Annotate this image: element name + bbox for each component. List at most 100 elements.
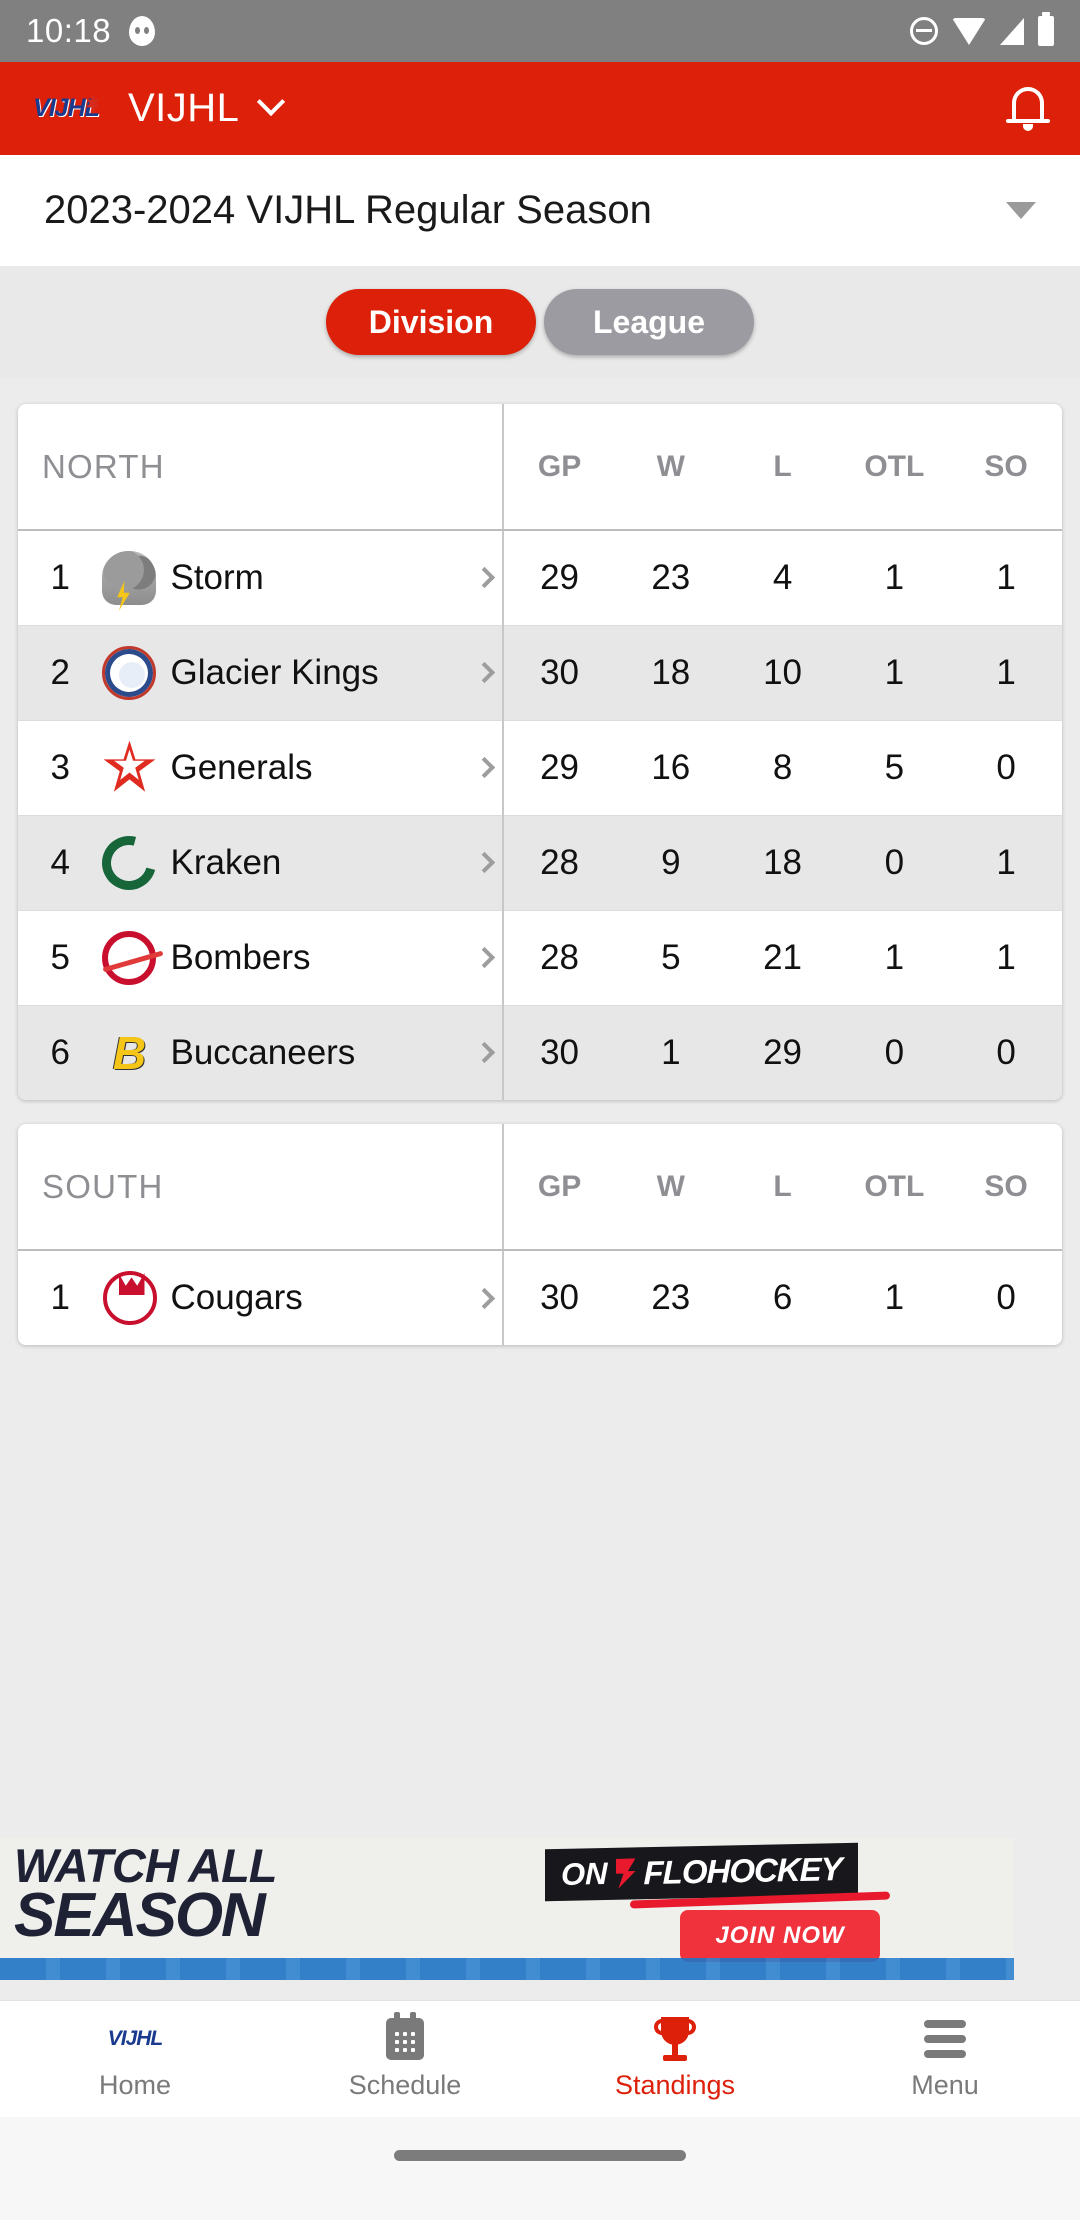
table-row[interactable]: 3 Generals 29 16 8 5 0 xyxy=(18,720,1062,816)
season-selector[interactable]: 2023-2024 VIJHL Regular Season xyxy=(0,155,1080,266)
kraken-logo xyxy=(92,825,167,900)
stat-otl: 1 xyxy=(838,1250,951,1345)
bell-clapper xyxy=(1023,123,1033,131)
team-rank: 1 xyxy=(18,1250,103,1345)
stat-gp: 29 xyxy=(502,530,615,626)
ad-rink-decoration xyxy=(0,1958,1014,1980)
table-row[interactable]: 2 Glacier Kings 30 18 10 1 1 xyxy=(18,625,1062,721)
team-cell[interactable]: Generals xyxy=(102,720,504,816)
team-name: Generals xyxy=(170,747,313,787)
stat-w: 23 xyxy=(614,530,727,626)
table-row[interactable]: 6 B Buccaneers 30 1 29 0 0 xyxy=(18,1005,1062,1100)
team-rank: 1 xyxy=(18,530,103,626)
advertisement-banner[interactable]: WATCH ALL SEASON ON FLOHOCKEY JOIN NOW xyxy=(0,1838,1014,1980)
ad-badge-brand: FLOHOCKEY xyxy=(643,1850,842,1892)
ad-join-now-button[interactable]: JOIN NOW xyxy=(680,1910,880,1962)
stat-gp: 28 xyxy=(502,910,615,1006)
stat-w: 18 xyxy=(614,625,727,721)
stat-w: 1 xyxy=(614,1005,727,1100)
chevron-right-icon[interactable] xyxy=(474,851,496,874)
team-cell[interactable]: Cougars xyxy=(102,1250,504,1345)
stat-otl: 1 xyxy=(838,910,951,1006)
nav-item-home[interactable]: VIJHL Home xyxy=(0,2001,270,2117)
team-name: Kraken xyxy=(170,842,282,882)
cellular-signal-icon xyxy=(1000,17,1024,45)
nav-label-standings: Standings xyxy=(614,2070,736,2100)
vijhl-logo: VIJHL xyxy=(30,88,102,130)
team-cell[interactable]: Bombers xyxy=(102,910,504,1006)
bell-icon[interactable] xyxy=(1006,85,1050,133)
chevron-right-icon[interactable] xyxy=(474,567,496,589)
stat-w: 23 xyxy=(614,1250,727,1345)
stat-so: 1 xyxy=(950,625,1062,721)
chevron-right-icon[interactable] xyxy=(474,946,496,969)
stat-l: 29 xyxy=(726,1005,839,1100)
chevron-right-icon[interactable] xyxy=(474,1287,496,1309)
stat-l: 6 xyxy=(726,1250,839,1345)
stat-gp: 30 xyxy=(502,1005,615,1100)
chevron-right-icon[interactable] xyxy=(474,756,496,779)
team-cell[interactable]: Glacier Kings xyxy=(102,625,504,721)
team-cell[interactable]: Storm xyxy=(102,530,504,626)
column-header-so: SO xyxy=(950,1124,1062,1251)
tab-league[interactable]: League xyxy=(544,289,754,355)
home-gesture-pill[interactable] xyxy=(394,2150,686,2161)
trophy-icon xyxy=(654,2017,696,2061)
team-rank: 5 xyxy=(18,910,103,1006)
nav-label-schedule: Schedule xyxy=(348,2070,462,2100)
stat-otl: 0 xyxy=(838,1005,951,1100)
bell-body xyxy=(1012,86,1044,121)
app-bar: VIJHL VIJHL xyxy=(0,62,1080,155)
stat-gp: 28 xyxy=(502,815,615,911)
nav-item-menu[interactable]: Menu xyxy=(810,2001,1080,2117)
vijhl-logo-text: VIJHL xyxy=(33,94,100,122)
gesture-navigation-area xyxy=(0,2117,1080,2220)
tab-division[interactable]: Division xyxy=(326,289,536,355)
status-bar: 10:18 xyxy=(0,0,1080,62)
table-row[interactable]: 4 Kraken 28 9 18 0 1 xyxy=(18,815,1062,911)
team-rank: 2 xyxy=(18,625,103,721)
column-header-gp: GP xyxy=(502,1124,615,1251)
status-system-icons xyxy=(910,12,1054,46)
chevron-right-icon[interactable] xyxy=(474,1042,496,1064)
column-header-w: W xyxy=(614,1124,727,1251)
table-row[interactable]: 1 Cougars 30 23 6 1 0 xyxy=(18,1250,1062,1345)
chevron-down-icon[interactable] xyxy=(257,87,286,116)
stat-so: 1 xyxy=(950,815,1062,911)
table-row[interactable]: 1 Storm 29 23 4 1 1 xyxy=(18,530,1062,626)
stat-so: 0 xyxy=(950,720,1062,816)
team-cell[interactable]: Kraken xyxy=(92,815,504,911)
chevron-right-icon[interactable] xyxy=(474,661,496,684)
team-name: Buccaneers xyxy=(170,1032,356,1072)
nav-label-menu: Menu xyxy=(911,2070,979,2100)
bell-lip xyxy=(1006,118,1050,123)
nav-item-standings[interactable]: Standings xyxy=(540,2001,810,2117)
app-bar-title[interactable]: VIJHL xyxy=(128,86,239,131)
column-header-gp: GP xyxy=(502,404,615,531)
standings-table-south: SOUTH GP W L OTL SO 1 Cougars 30 23 6 1 … xyxy=(18,1124,1062,1345)
stat-gp: 29 xyxy=(502,720,615,816)
stat-so: 0 xyxy=(950,1250,1062,1345)
storm-logo xyxy=(102,550,157,605)
team-cell[interactable]: B Buccaneers xyxy=(102,1005,504,1100)
table-row[interactable]: 5 Bombers 28 5 21 1 1 xyxy=(18,910,1062,1006)
flohockey-badge: ON FLOHOCKEY xyxy=(545,1842,858,1902)
stat-w: 16 xyxy=(614,720,727,816)
team-rank: 3 xyxy=(18,720,103,816)
stat-so: 1 xyxy=(950,910,1062,1006)
ad-badge-prefix: ON xyxy=(561,1855,608,1892)
ghost-icon xyxy=(129,16,156,46)
calendar-icon xyxy=(386,2012,424,2061)
glacier-kings-logo xyxy=(102,645,157,700)
view-toggle: Division League xyxy=(0,266,1080,378)
nav-item-schedule[interactable]: Schedule xyxy=(270,2001,540,2117)
column-header-l: L xyxy=(726,1124,839,1251)
vijhl-logo-icon: VIJHL xyxy=(107,2027,164,2050)
caret-down-icon[interactable] xyxy=(1006,202,1036,219)
stat-otl: 1 xyxy=(838,530,951,626)
stat-otl: 0 xyxy=(838,815,951,911)
stat-so: 1 xyxy=(950,530,1062,626)
nav-label-home: Home xyxy=(98,2070,172,2100)
ad-line-2: SEASON xyxy=(14,1881,266,1951)
table-header-row: NORTH GP W L OTL SO xyxy=(18,404,1062,531)
